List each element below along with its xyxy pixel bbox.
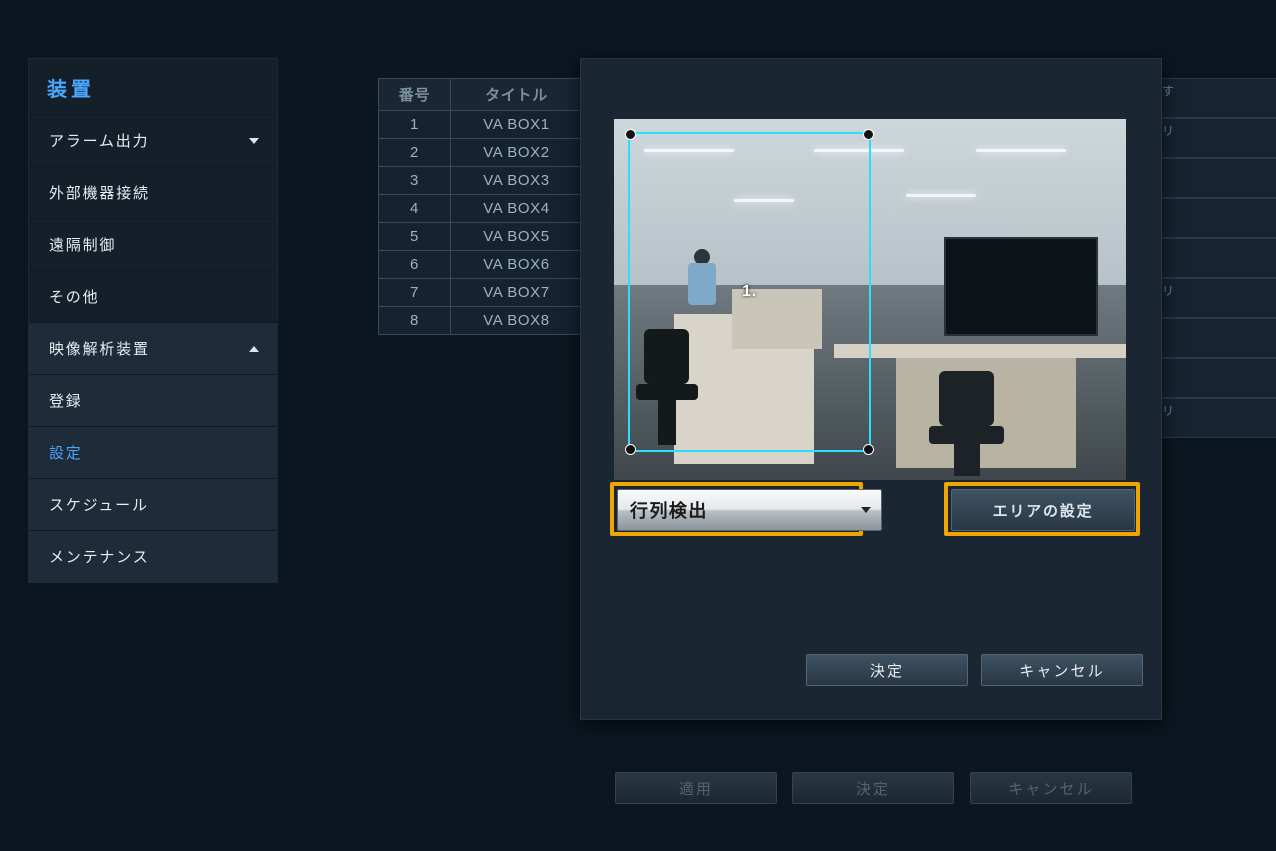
cropped-right-column: す リ リ リ	[1155, 78, 1276, 368]
detection-region[interactable]: 1.	[628, 132, 871, 452]
chevron-up-icon	[249, 346, 259, 352]
device-list-table: 番号 タイトル 1VA BOX1 2VA BOX2 3VA BOX3 4VA B…	[378, 78, 583, 335]
sidebar-item-label: スケジュール	[49, 497, 149, 514]
button-label: キャンセル	[1008, 778, 1094, 799]
col-header-title: タイトル	[451, 79, 583, 111]
table-row[interactable]: 7VA BOX7	[379, 279, 583, 307]
sidebar-item-video-analysis[interactable]: 映像解析装置	[29, 322, 277, 374]
sidebar-item-label: 設定	[49, 445, 83, 462]
dialog-ok-button[interactable]: 決定	[806, 654, 968, 686]
sidebar-item-label: メンテナンス	[49, 549, 150, 566]
button-label: 決定	[870, 660, 904, 681]
chevron-down-icon	[249, 138, 259, 144]
resize-handle-tr[interactable]	[863, 129, 874, 140]
global-ok-button: 決定	[792, 772, 954, 804]
button-label: 適用	[679, 778, 713, 799]
camera-preview[interactable]: 1.	[614, 119, 1126, 480]
col-header-fragment: す	[1156, 78, 1276, 118]
app-root: 装置 アラーム出力 外部機器接続 遠隔制御 その他 映像解析装置 登録 設定 ス…	[0, 0, 1276, 851]
table-row[interactable]: 4VA BOX4	[379, 195, 583, 223]
button-label: 決定	[856, 778, 890, 799]
dialog-cancel-button[interactable]: キャンセル	[981, 654, 1143, 686]
highlight-box: エリアの設定	[944, 482, 1140, 536]
region-label: 1.	[742, 283, 757, 301]
table-row[interactable]: 8VA BOX8	[379, 307, 583, 335]
resize-handle-br[interactable]	[863, 444, 874, 455]
area-settings-dialog: 1. 行列検出 エリアの設定 決定 キャンセル	[580, 58, 1162, 720]
table-row[interactable]: 3VA BOX3	[379, 167, 583, 195]
sidebar-item-label: その他	[49, 289, 99, 306]
sidebar: 装置 アラーム出力 外部機器接続 遠隔制御 その他 映像解析装置 登録 設定 ス…	[28, 58, 278, 583]
table-row[interactable]: 1VA BOX1	[379, 111, 583, 139]
col-header-number: 番号	[379, 79, 451, 111]
detection-type-select[interactable]: 行列検出	[617, 489, 882, 531]
global-apply-button: 適用	[615, 772, 777, 804]
sidebar-item-remote-control[interactable]: 遠隔制御	[29, 218, 277, 270]
sidebar-subitem-maintenance[interactable]: メンテナンス	[29, 530, 277, 582]
sidebar-subitem-schedule[interactable]: スケジュール	[29, 478, 277, 530]
sidebar-item-label: アラーム出力	[49, 133, 149, 150]
global-cancel-button: キャンセル	[970, 772, 1132, 804]
table-row[interactable]: 5VA BOX5	[379, 223, 583, 251]
sidebar-subitem-register[interactable]: 登録	[29, 374, 277, 426]
select-value: 行列検出	[630, 497, 708, 523]
highlight-box: 行列検出	[610, 482, 863, 536]
sidebar-item-external-device[interactable]: 外部機器接続	[29, 166, 277, 218]
button-label: キャンセル	[1019, 660, 1105, 681]
sidebar-item-other[interactable]: その他	[29, 270, 277, 322]
sidebar-item-label: 外部機器接続	[49, 185, 150, 202]
sidebar-title: 装置	[29, 59, 277, 114]
table-row[interactable]: 6VA BOX6	[379, 251, 583, 279]
area-settings-button[interactable]: エリアの設定	[951, 489, 1135, 531]
resize-handle-tl[interactable]	[625, 129, 636, 140]
table-row[interactable]: 2VA BOX2	[379, 139, 583, 167]
button-label: エリアの設定	[993, 500, 1094, 521]
sidebar-item-alarm-output[interactable]: アラーム出力	[29, 114, 277, 166]
chevron-down-icon	[861, 507, 871, 513]
resize-handle-bl[interactable]	[625, 444, 636, 455]
sidebar-item-label: 遠隔制御	[49, 237, 116, 254]
sidebar-subitem-settings[interactable]: 設定	[29, 426, 277, 478]
sidebar-item-label: 映像解析装置	[49, 341, 150, 358]
sidebar-item-label: 登録	[49, 393, 83, 410]
